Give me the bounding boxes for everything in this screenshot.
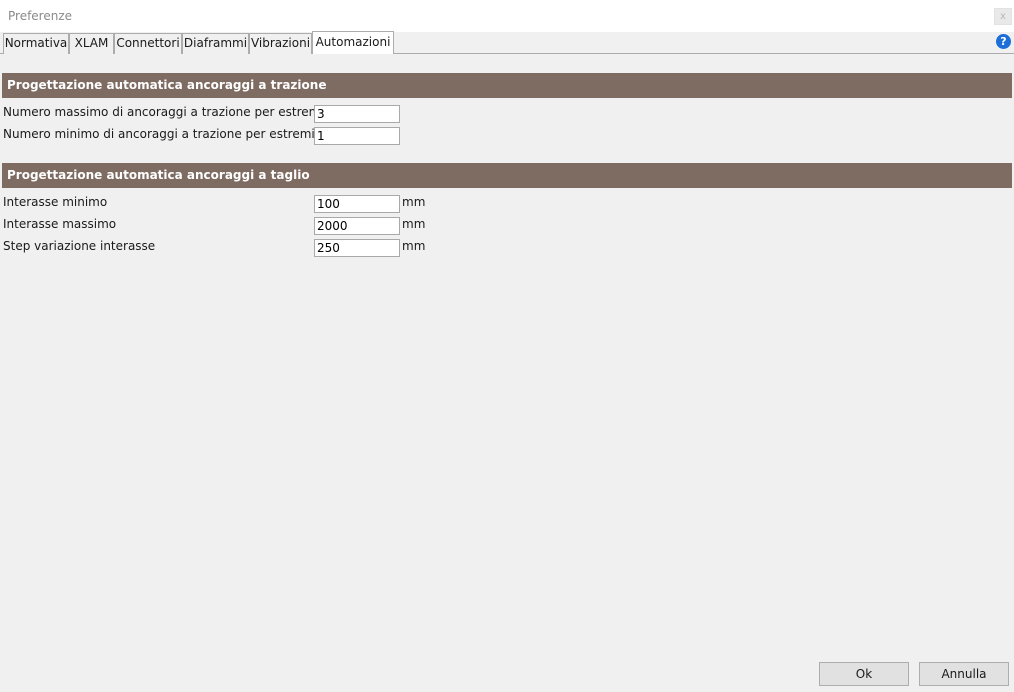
label-min-ancoraggi: Numero minimo di ancoraggi a trazione pe…: [3, 127, 327, 141]
interasse-massimo-input[interactable]: 2000: [314, 217, 400, 235]
unit-interasse-minimo: mm: [402, 195, 426, 209]
cancel-button[interactable]: Annulla: [919, 662, 1009, 686]
title-bar: Preferenze x: [0, 0, 1014, 32]
ok-button[interactable]: Ok: [819, 662, 909, 686]
help-icon[interactable]: ?: [996, 34, 1011, 49]
tab-xlam[interactable]: XLAM: [69, 33, 114, 54]
section-header-trazione: Progettazione automatica ancoraggi a tra…: [2, 73, 1012, 98]
unit-step-interasse: mm: [402, 239, 426, 253]
label-step-interasse: Step variazione interasse: [3, 239, 156, 253]
unit-interasse-massimo: mm: [402, 217, 426, 231]
window-title: Preferenze: [8, 9, 73, 23]
label-interasse-minimo: Interasse minimo: [3, 195, 108, 209]
label-max-ancoraggi: Numero massimo di ancoraggi a trazione p…: [3, 105, 336, 119]
preferences-window: Preferenze x Normativa XLAM Connettori D…: [0, 0, 1014, 692]
section-header-taglio: Progettazione automatica ancoraggi a tag…: [2, 163, 1012, 188]
step-interasse-input[interactable]: 250: [314, 239, 400, 257]
tab-diaframmi[interactable]: Diaframmi: [182, 33, 249, 54]
tab-normativa[interactable]: Normativa: [3, 33, 69, 54]
interasse-minimo-input[interactable]: 100: [314, 195, 400, 213]
max-ancoraggi-input[interactable]: 3: [314, 105, 400, 123]
tab-automazioni[interactable]: Automazioni: [312, 31, 394, 54]
label-interasse-massimo: Interasse massimo: [3, 217, 117, 231]
min-ancoraggi-input[interactable]: 1: [314, 127, 400, 145]
close-button[interactable]: x: [994, 8, 1012, 25]
tab-vibrazioni[interactable]: Vibrazioni: [249, 33, 312, 54]
tab-connettori[interactable]: Connettori: [114, 33, 182, 54]
